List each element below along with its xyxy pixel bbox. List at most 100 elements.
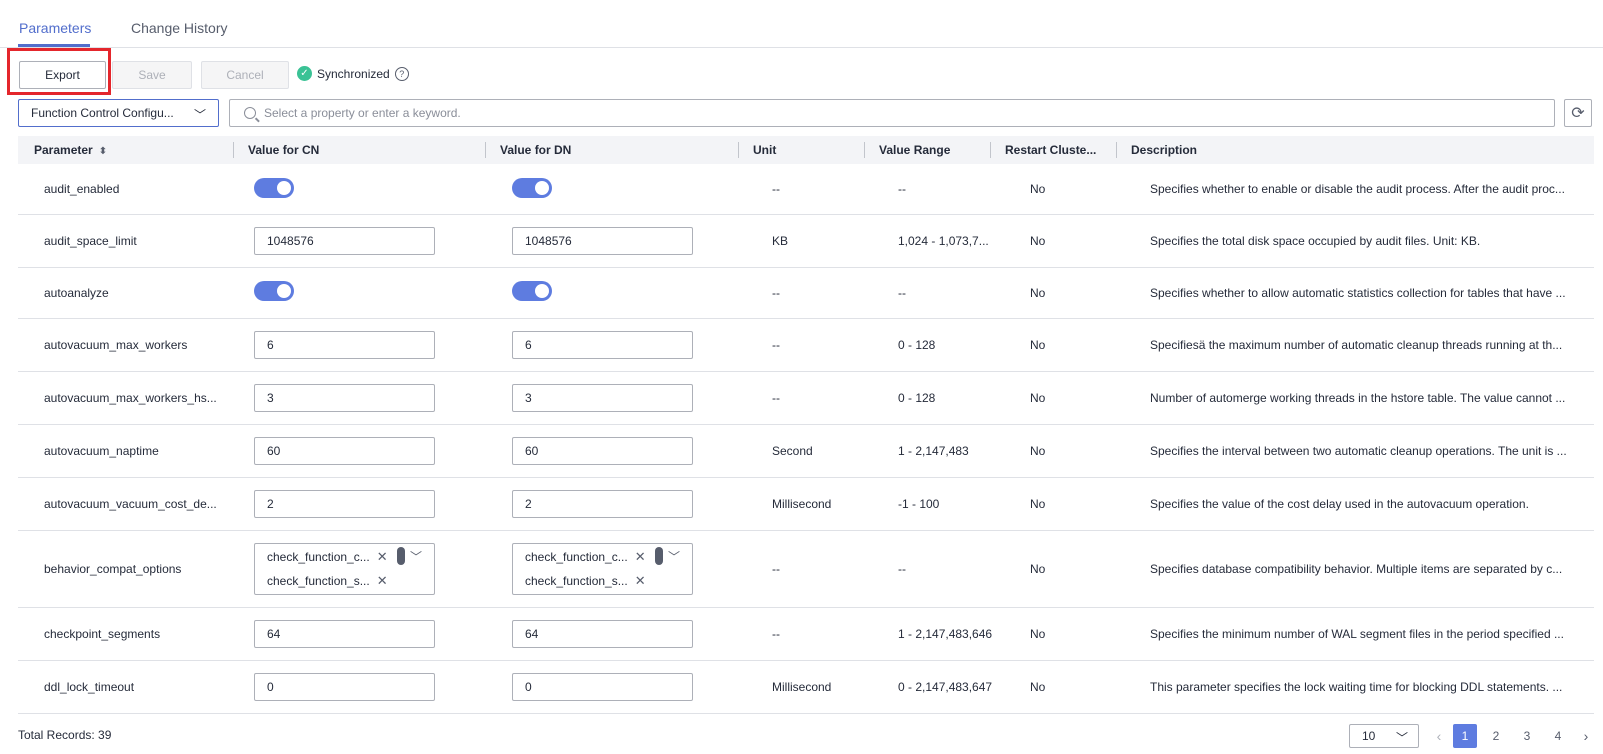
description-cell: Number of automerge working threads in t… — [1150, 391, 1566, 405]
param-name: autovacuum_vacuum_cost_de... — [44, 497, 217, 511]
next-page-button[interactable]: › — [1574, 724, 1598, 748]
restart-cell: No — [1030, 182, 1046, 196]
tab-change-history[interactable]: Change History — [131, 20, 228, 36]
table-row: autovacuum_max_workers -- 0 - 128 No Spe… — [18, 319, 1594, 372]
restart-cell: No — [1030, 234, 1046, 248]
cn-value-input[interactable] — [254, 437, 435, 465]
column-divider — [864, 142, 865, 158]
category-select-value: Function Control Configu... — [31, 106, 174, 120]
column-header-parameter[interactable]: Parameter ⬍ — [34, 143, 107, 157]
scrollbar-thumb[interactable] — [655, 547, 663, 565]
category-select[interactable]: Function Control Configu... ﹀ — [18, 99, 219, 127]
chevron-down-icon[interactable]: ﹀ — [410, 548, 422, 565]
description-cell: Specifies the interval between two autom… — [1150, 444, 1567, 458]
param-name: audit_enabled — [44, 182, 120, 196]
cn-value-input[interactable] — [254, 331, 435, 359]
table-row: autovacuum_max_workers_hs... -- 0 - 128 … — [18, 372, 1594, 425]
description-cell: Specifies whether to enable or disable t… — [1150, 182, 1565, 196]
dn-value-input[interactable] — [512, 227, 693, 255]
option-chip: check_function_s... ✕ — [525, 573, 646, 589]
dn-value-toggle[interactable] — [512, 281, 552, 301]
param-name: audit_space_limit — [44, 234, 137, 248]
page-button-4[interactable]: 4 — [1546, 724, 1570, 748]
dn-value-input[interactable] — [512, 331, 693, 359]
column-divider — [485, 142, 486, 158]
tab-bar: Parameters Change History — [0, 0, 1603, 48]
restart-cell: No — [1030, 497, 1046, 511]
close-icon[interactable]: ✕ — [635, 573, 646, 589]
param-name: ddl_lock_timeout — [44, 680, 135, 694]
column-divider — [1116, 142, 1117, 158]
dn-value-input[interactable] — [512, 620, 693, 648]
prev-page-button[interactable]: ‹ — [1427, 724, 1451, 748]
refresh-button[interactable]: ⟳ — [1564, 99, 1592, 127]
range-cell: -- — [898, 182, 906, 196]
dn-value-toggle[interactable] — [512, 178, 552, 198]
dn-value-input[interactable] — [512, 490, 693, 518]
table-row: behavior_compat_options check_function_c… — [18, 531, 1594, 608]
save-button[interactable]: Save — [112, 61, 192, 89]
table-header: Parameter ⬍ Value for CN Value for DN Uni… — [18, 136, 1594, 164]
cn-value-input[interactable] — [254, 227, 435, 255]
table-row: autoanalyze -- -- No Specifies whether t… — [18, 268, 1594, 319]
dn-value-input[interactable] — [512, 384, 693, 412]
chevron-down-icon[interactable]: ﹀ — [668, 548, 680, 565]
option-chip: check_function_c... ✕ — [525, 549, 646, 565]
total-records: Total Records: 39 — [18, 728, 112, 742]
description-cell: Specifies the value of the cost delay us… — [1150, 497, 1529, 511]
cn-value-input[interactable] — [254, 673, 435, 701]
cancel-button[interactable]: Cancel — [201, 61, 289, 89]
search-box — [229, 99, 1555, 127]
page-button-2[interactable]: 2 — [1484, 724, 1508, 748]
range-cell: 0 - 128 — [898, 338, 936, 352]
param-name: autoanalyze — [44, 286, 109, 300]
dn-value-input[interactable] — [512, 437, 693, 465]
table-row: autovacuum_naptime Second 1 - 2,147,483 … — [18, 425, 1594, 478]
close-icon[interactable]: ✕ — [377, 549, 388, 565]
param-name: autovacuum_naptime — [44, 444, 159, 458]
cn-value-input[interactable] — [254, 490, 435, 518]
export-button[interactable]: Export — [19, 61, 106, 89]
cn-value-input[interactable] — [254, 384, 435, 412]
param-name: autovacuum_max_workers_hs... — [44, 391, 217, 405]
restart-cell: No — [1030, 286, 1046, 300]
scrollbar-thumb[interactable] — [397, 547, 405, 565]
page-button-3[interactable]: 3 — [1515, 724, 1539, 748]
sort-icon[interactable]: ⬍ — [99, 146, 107, 157]
dn-value-input[interactable] — [512, 673, 693, 701]
cn-value-toggle[interactable] — [254, 178, 294, 198]
column-header-cn: Value for CN — [248, 143, 320, 157]
range-cell: 0 - 2,147,483,647 — [898, 680, 993, 694]
page-button-1[interactable]: 1 — [1453, 724, 1477, 748]
dn-value-multiselect[interactable]: check_function_c... ✕ check_function_s...… — [512, 543, 693, 595]
description-cell: Specifies database compatibility behavio… — [1150, 562, 1563, 576]
page-size-select[interactable]: 10 ﹀ — [1349, 724, 1419, 748]
range-cell: 1,024 - 1,073,7... — [898, 234, 989, 248]
search-icon — [244, 107, 256, 119]
option-chip: check_function_s... ✕ — [267, 573, 388, 589]
unit-cell: -- — [772, 391, 780, 405]
column-header-range: Value Range — [879, 143, 951, 157]
column-header-restart: Restart Cluste... — [1005, 143, 1097, 157]
description-cell: Specifiesä the maximum number of automat… — [1150, 338, 1563, 352]
help-icon[interactable]: ? — [394, 66, 409, 81]
unit-cell: Second — [772, 444, 813, 458]
tab-parameters[interactable]: Parameters — [19, 20, 91, 36]
cn-value-multiselect[interactable]: check_function_c... ✕ check_function_s...… — [254, 543, 435, 595]
cn-value-input[interactable] — [254, 620, 435, 648]
cn-value-toggle[interactable] — [254, 281, 294, 301]
column-divider — [233, 142, 234, 158]
close-icon[interactable]: ✕ — [635, 549, 646, 565]
param-name: autovacuum_max_workers — [44, 338, 188, 352]
unit-cell: Millisecond — [772, 680, 832, 694]
close-icon[interactable]: ✕ — [377, 573, 388, 589]
column-header-dn: Value for DN — [500, 143, 572, 157]
range-cell: 1 - 2,147,483 — [898, 444, 969, 458]
param-name: behavior_compat_options — [44, 562, 182, 576]
refresh-icon: ⟳ — [1571, 105, 1585, 122]
restart-cell: No — [1030, 562, 1046, 576]
active-tab-indicator — [18, 44, 90, 47]
search-input[interactable] — [264, 106, 1554, 120]
table-row: audit_space_limit KB 1,024 - 1,073,7... … — [18, 215, 1594, 268]
restart-cell: No — [1030, 680, 1046, 694]
